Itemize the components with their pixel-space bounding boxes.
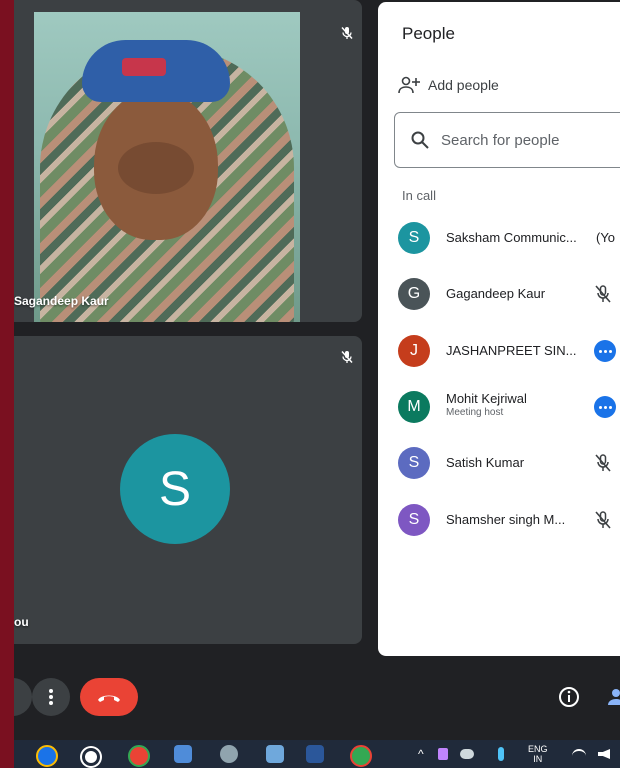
participant-tile-gagandeep[interactable]: Sagandeep Kaur bbox=[14, 0, 362, 322]
mic-off-icon bbox=[595, 285, 611, 303]
settings-icon[interactable] bbox=[82, 748, 100, 766]
video-turban-badge bbox=[122, 58, 166, 76]
onedrive-icon[interactable] bbox=[460, 749, 474, 759]
you-label: (Yo bbox=[596, 230, 616, 245]
app-icon[interactable] bbox=[174, 745, 192, 763]
region-code: IN bbox=[533, 754, 543, 764]
info-icon bbox=[559, 687, 579, 707]
mic-icon[interactable] bbox=[498, 747, 504, 761]
participant-name: Shamsher singh M... bbox=[446, 512, 566, 527]
mic-off-icon bbox=[334, 20, 360, 46]
participant-video bbox=[34, 12, 300, 322]
avatar: M bbox=[398, 391, 430, 423]
word-icon[interactable] bbox=[306, 745, 324, 763]
more-options-icon[interactable] bbox=[594, 340, 616, 362]
avatar: S bbox=[398, 447, 430, 479]
avatar: S bbox=[398, 504, 430, 536]
app-icon[interactable] bbox=[266, 745, 284, 763]
meet-window: Sagandeep Kaur S ou People Add people In… bbox=[14, 0, 620, 740]
people-button[interactable] bbox=[599, 680, 620, 714]
participant-name: Satish Kumar bbox=[446, 455, 525, 470]
add-people-label: Add people bbox=[428, 77, 499, 93]
add-person-icon bbox=[398, 76, 420, 94]
volume-icon[interactable] bbox=[598, 749, 610, 759]
call-end-icon bbox=[98, 695, 120, 702]
avatar: S bbox=[120, 434, 230, 544]
people-panel: People Add people In call S Saksham Comm… bbox=[378, 2, 620, 656]
participant-row[interactable]: M Mohit Kejriwal Meeting host bbox=[398, 387, 620, 427]
meeting-info-button[interactable] bbox=[552, 680, 586, 714]
avatar: S bbox=[398, 222, 430, 254]
mic-off-icon bbox=[595, 454, 611, 472]
more-options-icon[interactable] bbox=[594, 396, 616, 418]
participant-name: JASHANPREET SIN... bbox=[446, 343, 577, 358]
end-call-button[interactable] bbox=[80, 678, 138, 716]
participant-tile-self[interactable]: S ou bbox=[14, 336, 362, 644]
more-vert-icon bbox=[49, 689, 53, 705]
search-box[interactable] bbox=[394, 112, 620, 168]
people-icon bbox=[608, 689, 620, 705]
participant-row[interactable]: S Satish Kumar bbox=[398, 443, 620, 483]
avatar: G bbox=[398, 278, 430, 310]
control-button-partial[interactable] bbox=[14, 678, 32, 716]
chrome-icon[interactable] bbox=[350, 745, 372, 767]
participant-name: Saksham Communic... bbox=[446, 230, 577, 245]
language-code: ENG bbox=[528, 744, 548, 754]
participant-row[interactable]: G Gagandeep Kaur bbox=[398, 274, 620, 314]
language-indicator[interactable]: ENG IN bbox=[528, 744, 548, 764]
gear-icon[interactable] bbox=[220, 745, 238, 763]
mic-off-icon bbox=[334, 344, 360, 370]
participant-row[interactable]: S Saksham Communic... (Yo bbox=[398, 218, 620, 258]
participant-name: Gagandeep Kaur bbox=[446, 286, 546, 301]
tray-overflow-icon[interactable]: ^ bbox=[418, 748, 424, 760]
panel-title: People bbox=[402, 24, 455, 43]
taskbar: ^ ENG IN bbox=[14, 740, 620, 768]
participant-role: Meeting host bbox=[446, 407, 504, 418]
participant-name: Sagandeep Kaur bbox=[14, 294, 109, 308]
chrome-icon[interactable] bbox=[128, 745, 150, 767]
section-label: In call bbox=[402, 188, 436, 203]
search-input[interactable] bbox=[439, 130, 620, 150]
avatar: J bbox=[398, 335, 430, 367]
mic-off-icon bbox=[595, 511, 611, 529]
participant-row[interactable]: S Shamsher singh M... bbox=[398, 500, 620, 540]
participant-name: ou bbox=[14, 615, 29, 629]
participant-name: Mohit Kejriwal bbox=[446, 391, 527, 406]
add-people-button[interactable]: Add people bbox=[398, 76, 499, 94]
pen-icon[interactable] bbox=[438, 748, 448, 760]
chrome-icon[interactable] bbox=[36, 745, 58, 767]
video-face-shadow bbox=[118, 142, 194, 194]
more-vert-button[interactable] bbox=[32, 678, 70, 716]
wifi-icon[interactable] bbox=[572, 749, 586, 761]
participant-row[interactable]: J JASHANPREET SIN... bbox=[398, 331, 620, 371]
search-icon bbox=[411, 131, 429, 149]
